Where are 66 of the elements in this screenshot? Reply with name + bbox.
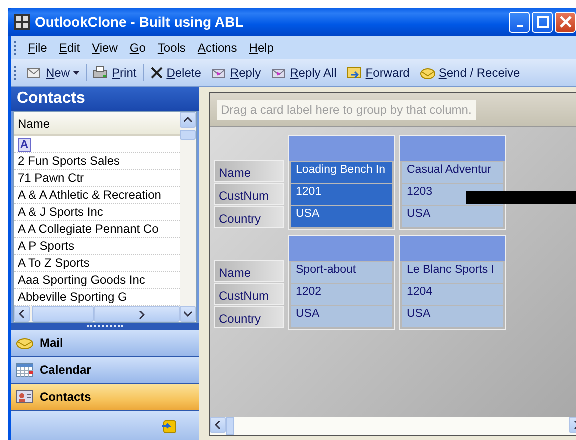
field-label[interactable]: Name [214,160,284,182]
menu-item[interactable]: Actions [192,40,244,54]
minimize-button[interactable] [509,12,530,32]
toolbar-button[interactable]: Reply All [266,62,342,84]
menu-item[interactable]: View [86,40,124,54]
field-label[interactable]: CustNum [214,283,284,305]
scroll-thumb[interactable] [32,306,94,322]
contact-card-icon [16,390,34,404]
menu-item[interactable]: Tools [152,40,192,54]
toolbar-button[interactable]: Print [88,62,142,84]
horizontal-scrollbar[interactable] [210,417,576,435]
maximize-button[interactable] [532,12,553,32]
column-header[interactable]: Name [14,112,180,136]
card-field: 1202 [291,284,392,305]
field-label[interactable]: CustNum [214,183,284,205]
close-icon [560,16,572,28]
menu-item[interactable]: File [22,40,54,54]
caret-icon [73,70,80,74]
card-field: USA [402,206,503,227]
card-field: Sport-about [291,262,392,283]
toolbar-button[interactable]: Delete [144,62,206,84]
toolbar-button[interactable]: Send / Receive [414,62,526,84]
card-field: Loading Bench In [291,162,392,183]
card-field: 1201 [291,184,392,205]
card-field: USA [291,306,392,327]
printer-icon [93,66,110,80]
menu-item[interactable]: Edit [53,40,86,54]
configure-buttons-icon[interactable] [161,418,177,434]
card-field: USA [402,306,503,327]
contact-card[interactable]: Casual Adventur 1203 USA [399,135,506,230]
menu-item[interactable]: Go [124,40,152,54]
horizontal-scrollbar[interactable] [14,306,180,322]
toolbar-button[interactable]: New [22,62,86,84]
card-field: USA [291,206,392,227]
card-field: 1204 [402,284,503,305]
menu-item[interactable]: Help [243,40,280,54]
window-title: OutlookClone - Built using ABL [35,14,245,30]
index-letter[interactable]: A [18,138,31,152]
scroll-thumb[interactable] [226,417,234,435]
toolbar-button[interactable]: Forward [342,62,415,84]
nav-button[interactable]: Contacts [11,384,199,411]
contact-card[interactable]: Loading Bench In 1201 USA [288,135,395,230]
envelope-icon [16,336,34,350]
minimize-icon [516,25,522,27]
delete-icon [150,66,164,80]
scroll-thumb[interactable] [180,130,196,140]
vertical-scrollbar[interactable] [180,112,196,322]
calendar-icon [16,362,34,378]
field-label[interactable]: Country [214,206,284,228]
nav-button[interactable]: Mail [11,330,199,357]
field-label[interactable]: Country [214,306,284,328]
field-label[interactable]: Name [214,260,284,282]
nav-button[interactable]: Calendar [11,357,199,384]
group-by-hint: Drag a card label here to group by that column. [217,100,476,120]
app-icon [14,14,30,30]
maximize-icon [536,16,548,28]
card-field: Casual Adventur [402,162,503,183]
contact-card[interactable]: Sport-about 1202 USA [288,235,395,330]
envelope-icon [420,66,436,80]
pane-title: Contacts [11,87,199,111]
close-button[interactable] [555,12,576,32]
splitter-handle[interactable] [11,323,199,330]
envelope-icon [27,66,43,80]
contact-card[interactable]: Le Blanc Sports I 1204 USA [399,235,506,330]
toolbar-button[interactable]: Reply [206,62,266,84]
card-field: Le Blanc Sports I [402,262,503,283]
